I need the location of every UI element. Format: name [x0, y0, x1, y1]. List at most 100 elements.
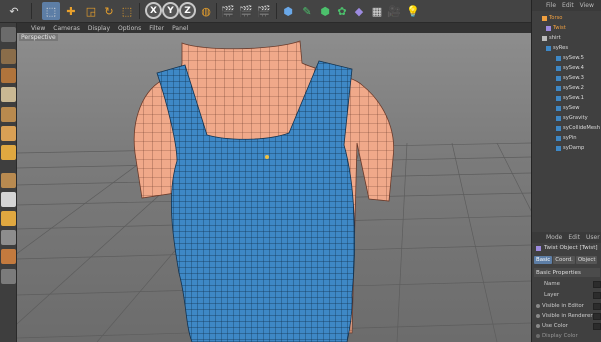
- viewport-scene: [17, 40, 531, 342]
- left-toolbar: [0, 23, 17, 342]
- z-axis-lock-button[interactable]: Z: [179, 2, 196, 19]
- name-field[interactable]: [593, 281, 601, 288]
- tag-icon: [556, 125, 561, 131]
- animate-dot-icon[interactable]: [536, 314, 540, 318]
- object-item-sysew4[interactable]: sySew.4: [556, 65, 584, 71]
- object-manager-menu: File Edit View: [532, 0, 601, 11]
- cube-primitive-icon[interactable]: ⬢: [279, 2, 297, 20]
- visible-in-renderer-select[interactable]: [593, 313, 601, 320]
- tab-object[interactable]: Object: [575, 256, 598, 264]
- object-item-sysew2[interactable]: sySew.2: [556, 85, 584, 91]
- viewport-menu-filter[interactable]: Filter: [149, 25, 164, 32]
- grid-snap-icon[interactable]: [1, 269, 16, 284]
- subdivision-surface-icon[interactable]: ⬢: [316, 2, 334, 20]
- object-item-sysew5[interactable]: sySew.5: [556, 55, 584, 61]
- axis-mode-icon[interactable]: [1, 173, 16, 188]
- viewport-menu-panel[interactable]: Panel: [172, 25, 188, 32]
- lock-workplane-icon[interactable]: [1, 230, 16, 245]
- am-menu-edit[interactable]: Edit: [568, 234, 580, 241]
- tag-icon: [556, 145, 561, 151]
- scale-tool-icon[interactable]: ◲: [82, 2, 100, 20]
- viewport-menu-bar: View Cameras Display Options Filter Pane…: [17, 23, 531, 33]
- coordinate-system-icon[interactable]: ◍: [197, 2, 215, 20]
- perspective-viewport[interactable]: [17, 33, 531, 342]
- toolbar-separator: [276, 3, 277, 19]
- model-mode-icon[interactable]: [1, 49, 16, 64]
- twist-deformer-icon: [546, 25, 551, 31]
- visible-in-editor-select[interactable]: [593, 303, 601, 310]
- object-item-sydamp[interactable]: syDamp: [556, 145, 584, 151]
- tweak-mode-icon[interactable]: [1, 192, 16, 207]
- om-menu-view[interactable]: View: [580, 2, 594, 9]
- undo-icon[interactable]: ↶: [2, 2, 26, 20]
- use-color-row: Use Color: [536, 323, 568, 329]
- toolbar-separator: [139, 3, 140, 19]
- object-item-torso[interactable]: Torso: [542, 15, 562, 21]
- y-axis-lock-button[interactable]: Y: [162, 2, 179, 19]
- viewport-menu-display[interactable]: Display: [88, 25, 110, 32]
- object-item-sygravity[interactable]: syGravity: [556, 115, 588, 121]
- tag-icon: [556, 75, 561, 81]
- floor-object-icon[interactable]: ▦: [368, 2, 386, 20]
- visible-in-renderer-label: Visible in Renderer: [542, 313, 593, 319]
- viewport-menu-options[interactable]: Options: [118, 25, 141, 32]
- om-menu-file[interactable]: File: [546, 2, 556, 9]
- object-item-sypin[interactable]: syPin: [556, 135, 577, 141]
- object-item-sysew1[interactable]: sySew.1: [556, 95, 584, 101]
- snapping-icon[interactable]: [1, 211, 16, 226]
- magnet-tool-icon[interactable]: [1, 249, 16, 264]
- camera-object-icon[interactable]: 🎥: [385, 2, 403, 20]
- visible-in-renderer-row: Visible in Renderer: [536, 313, 593, 319]
- move-tool-icon[interactable]: ✚: [62, 2, 80, 20]
- am-menu-mode[interactable]: Mode: [546, 234, 562, 241]
- object-item-syres[interactable]: syRes: [546, 45, 568, 51]
- tag-icon: [556, 135, 561, 141]
- spline-pen-icon[interactable]: ✎: [298, 2, 316, 20]
- object-item-twist[interactable]: Twist: [546, 25, 566, 31]
- animate-dot-icon[interactable]: [536, 334, 540, 338]
- points-mode-icon[interactable]: [1, 107, 16, 122]
- make-editable-icon[interactable]: [1, 27, 16, 42]
- x-axis-lock-button[interactable]: X: [145, 2, 162, 19]
- array-generator-icon[interactable]: ✿: [333, 2, 351, 20]
- am-menu-user[interactable]: User: [586, 234, 600, 241]
- tab-coord[interactable]: Coord.: [553, 256, 575, 264]
- name-row: Name: [544, 281, 560, 287]
- twist-deformer-handle[interactable]: [265, 155, 269, 159]
- tab-basic[interactable]: Basic: [534, 256, 553, 264]
- use-color-select[interactable]: [593, 323, 601, 330]
- polygon-object-icon: [542, 35, 547, 41]
- layer-field[interactable]: [593, 292, 601, 299]
- viewport-menu-cameras[interactable]: Cameras: [53, 25, 80, 32]
- rotate-tool-icon[interactable]: ↻: [100, 2, 118, 20]
- deformer-icon[interactable]: ◆: [350, 2, 368, 20]
- object-item-sysew3[interactable]: sySew.3: [556, 75, 584, 81]
- object-item-sysew[interactable]: sySew: [556, 105, 580, 111]
- texture-mode-icon[interactable]: [1, 68, 16, 83]
- visible-in-editor-row: Visible in Editor: [536, 303, 584, 309]
- camera-label: Perspective: [19, 34, 58, 41]
- render-view-icon[interactable]: 🎬: [219, 2, 237, 20]
- polygons-mode-icon[interactable]: [1, 145, 16, 160]
- main-toolbar: ↶ ⬚ ✚ ◲ ↻ ⬚ X Y Z ◍ 🎬 🎬 🎬 ⬢ ✎ ⬢ ✿ ◆ ▦ 🎥 …: [0, 0, 531, 23]
- viewport-menu-view[interactable]: View: [31, 25, 45, 32]
- tag-icon: [556, 115, 561, 121]
- workplane-mode-icon[interactable]: [1, 87, 16, 102]
- animate-dot-icon[interactable]: [536, 324, 540, 328]
- tag-icon: [556, 55, 561, 61]
- light-object-icon[interactable]: 💡: [404, 2, 422, 20]
- object-item-shirt[interactable]: shirt: [542, 35, 561, 41]
- render-picture-viewer-icon[interactable]: 🎬: [237, 2, 255, 20]
- tag-icon: [556, 65, 561, 71]
- layer-row: Layer: [544, 292, 559, 298]
- visible-in-editor-label: Visible in Editor: [542, 303, 584, 309]
- object-item-sycollidemesh[interactable]: syCollideMesh: [556, 125, 600, 131]
- tag-icon: [556, 105, 561, 111]
- recent-tool-icon[interactable]: ⬚: [118, 2, 136, 20]
- animate-dot-icon[interactable]: [536, 304, 540, 308]
- select-tool-icon[interactable]: ⬚: [42, 2, 60, 20]
- attribute-manager-menu: Mode Edit User: [532, 232, 601, 243]
- render-settings-icon[interactable]: 🎬: [255, 2, 273, 20]
- om-menu-edit[interactable]: Edit: [562, 2, 574, 9]
- edges-mode-icon[interactable]: [1, 126, 16, 141]
